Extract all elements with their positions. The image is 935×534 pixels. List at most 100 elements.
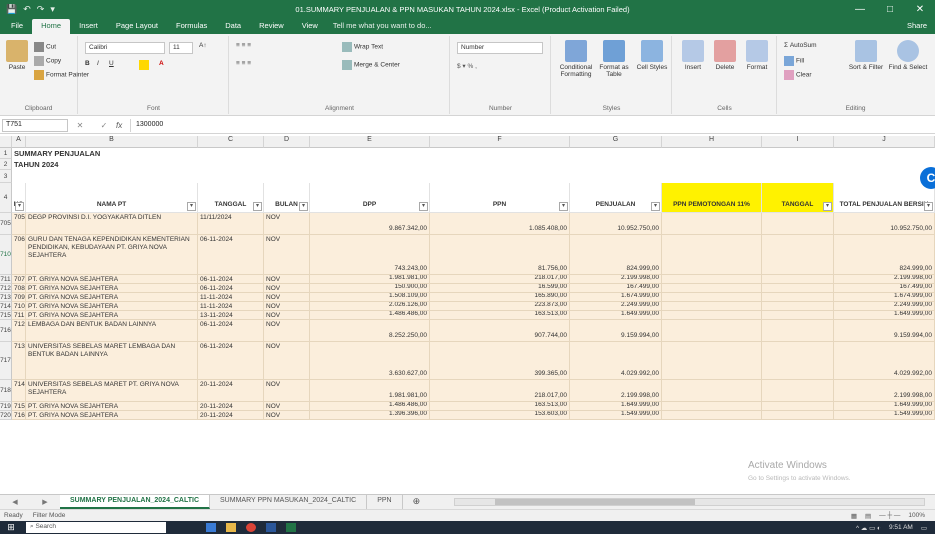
select-all-corner[interactable] — [0, 136, 12, 148]
cell-tanggal2[interactable] — [762, 320, 834, 342]
cell-dpp[interactable]: 743.243,00 — [310, 235, 430, 275]
cell-tanggal[interactable]: 06-11-2024 — [198, 342, 264, 380]
filter-dropdown-icon[interactable]: ▾ — [651, 202, 660, 211]
cell-company-name[interactable]: PT. GRIYA NOVA SEJAHTERA — [26, 311, 198, 320]
column-header-d[interactable]: D — [264, 136, 310, 148]
cell-bulan[interactable]: NOV — [264, 275, 310, 284]
filter-dropdown-icon[interactable]: ▾ — [924, 202, 933, 211]
cell-tanggal2[interactable] — [762, 311, 834, 320]
filter-dropdown-icon[interactable]: ▾ — [299, 202, 308, 211]
cell-tanggal2[interactable] — [762, 235, 834, 275]
redo-icon[interactable]: ↷ — [37, 4, 45, 15]
row-header[interactable]: 3 — [0, 170, 12, 183]
cell-bulan[interactable]: NOV — [264, 342, 310, 380]
font-name-select[interactable]: Calibri — [85, 42, 165, 54]
cell-ppn-pot[interactable] — [662, 293, 762, 302]
cell-company-name[interactable]: PT. GRIYA NOVA SEJAHTERA — [26, 284, 198, 293]
sort-filter-button[interactable]: Sort & Filter — [848, 40, 884, 71]
assistant-bubble-icon[interactable]: C — [920, 167, 935, 189]
cell-tanggal[interactable]: 20-11-2024 — [198, 402, 264, 411]
system-tray-icons[interactable]: ^ ☁ ▭ ◐ — [856, 524, 881, 532]
tab-review[interactable]: Review — [250, 19, 293, 34]
formula-input[interactable]: 1300000 — [130, 119, 935, 132]
cell-company-name[interactable]: GURU DAN TENAGA KEPENDIDIKAN KEMENTERIAN… — [26, 235, 198, 275]
cell-bulan[interactable]: NOV — [264, 235, 310, 275]
zoom-level[interactable]: 100% — [908, 512, 925, 520]
cell-tanggal[interactable]: 06-11-2024 — [198, 235, 264, 275]
underline-button[interactable]: U — [109, 60, 114, 67]
customize-qat-icon[interactable]: ▾ — [50, 4, 55, 15]
align-top-icon[interactable]: ≡ ≡ ≡ — [236, 42, 251, 49]
zoom-slider[interactable]: — ┼ — — [879, 512, 900, 520]
cell-no[interactable]: 715 — [12, 402, 26, 411]
cell-company-name[interactable]: PT. GRIYA NOVA SEJAHTERA — [26, 293, 198, 302]
cell-dpp[interactable]: 2.026.126,00 — [310, 302, 430, 311]
cell-total[interactable]: 2.199.998,00 — [834, 275, 935, 284]
cell-penjualan[interactable]: 10.952.750,00 — [570, 213, 662, 235]
cell-no[interactable]: 712 — [12, 320, 26, 342]
cell-total[interactable]: 2.249.999,00 — [834, 302, 935, 311]
cell-tanggal2[interactable] — [762, 380, 834, 402]
row-header[interactable]: 711 — [0, 275, 12, 284]
cell-total[interactable]: 1.549.999,00 — [834, 411, 935, 420]
cell-tanggal[interactable]: 13-11-2024 — [198, 311, 264, 320]
cell-bulan[interactable]: NOV — [264, 293, 310, 302]
column-header-i[interactable]: I — [762, 136, 834, 148]
cell-tanggal[interactable]: 06-11-2024 — [198, 275, 264, 284]
sheet-tab-ppn[interactable]: PPN — [367, 495, 403, 509]
cell-no[interactable]: 716 — [12, 411, 26, 420]
cell-ppn-pot[interactable] — [662, 302, 762, 311]
horizontal-scrollbar[interactable] — [454, 495, 935, 509]
cell-ppn[interactable]: 16.599,00 — [430, 284, 570, 293]
cell-total[interactable]: 1.649.999,00 — [834, 311, 935, 320]
tab-page-layout[interactable]: Page Layout — [107, 19, 167, 34]
merge-center-button[interactable]: Merge & Center — [342, 60, 400, 70]
sheet-next-icon[interactable]: ▶ — [42, 498, 47, 506]
undo-icon[interactable]: ↶ — [23, 4, 31, 15]
cell-dpp[interactable]: 1.486.486,00 — [310, 311, 430, 320]
format-cells-button[interactable]: Format — [743, 40, 771, 71]
filter-dropdown-icon[interactable]: ▾ — [559, 202, 568, 211]
cell-total[interactable]: 824.999,00 — [834, 235, 935, 275]
align-left-icon[interactable]: ≡ ≡ ≡ — [236, 60, 251, 67]
cell-ppn[interactable]: 223.873,00 — [430, 302, 570, 311]
cell-company-name[interactable]: PT. GRIYA NOVA SEJAHTERA — [26, 402, 198, 411]
file-explorer-icon[interactable] — [226, 523, 236, 532]
clear-button[interactable]: Clear — [784, 70, 812, 80]
cell-penjualan[interactable]: 167.499,00 — [570, 284, 662, 293]
cell-total[interactable]: 1.674.999,00 — [834, 293, 935, 302]
font-color-icon[interactable]: A — [159, 60, 164, 67]
cell-company-name[interactable]: PT. GRIYA NOVA SEJAHTERA — [26, 411, 198, 420]
fill-button[interactable]: Fill — [784, 56, 804, 66]
cell-no[interactable]: 713 — [12, 342, 26, 380]
row-header[interactable]: 718 — [0, 380, 12, 402]
page-layout-view-icon[interactable]: ▤ — [865, 512, 871, 520]
row-header[interactable]: 712 — [0, 284, 12, 293]
cell-tanggal2[interactable] — [762, 411, 834, 420]
cell-dpp[interactable]: 1.396.396,00 — [310, 411, 430, 420]
row-header[interactable]: 4 — [0, 183, 12, 213]
sheet-tab-summary-ppn-masukan[interactable]: SUMMARY PPN MASUKAN_2024_CALTIC — [210, 495, 368, 509]
insert-cells-button[interactable]: Insert — [679, 40, 707, 71]
save-icon[interactable]: 💾 — [6, 4, 17, 15]
enter-icon[interactable]: ✓ — [101, 121, 108, 130]
cell-bulan[interactable]: NOV — [264, 311, 310, 320]
cell-ppn[interactable]: 153.603,00 — [430, 411, 570, 420]
cell-no[interactable]: 705 — [12, 213, 26, 235]
paste-button[interactable]: Paste — [4, 40, 30, 71]
cell-total[interactable]: 10.952.750,00 — [834, 213, 935, 235]
cell-dpp[interactable]: 1.508.109,00 — [310, 293, 430, 302]
column-header-c[interactable]: C — [198, 136, 264, 148]
cell-company-name[interactable]: DEGP PROVINSI D.I. YOGYAKARTA DITLEN — [26, 213, 198, 235]
row-header[interactable]: 716 — [0, 320, 12, 342]
cell-styles-button[interactable]: Cell Styles — [634, 40, 670, 71]
cell-total[interactable]: 2.199.998,00 — [834, 380, 935, 402]
cell-ppn-pot[interactable] — [662, 342, 762, 380]
font-size-select[interactable]: 11 — [169, 42, 193, 54]
format-as-table-button[interactable]: Format as Table — [596, 40, 632, 78]
taskbar-search[interactable]: ⌕ Search — [26, 522, 166, 533]
row-header[interactable]: 714 — [0, 302, 12, 311]
row-header[interactable]: 715 — [0, 311, 12, 320]
filter-dropdown-icon[interactable]: ▾ — [823, 202, 832, 211]
cell-company-name[interactable]: LEMBAGA DAN BENTUK BADAN LAINNYA — [26, 320, 198, 342]
